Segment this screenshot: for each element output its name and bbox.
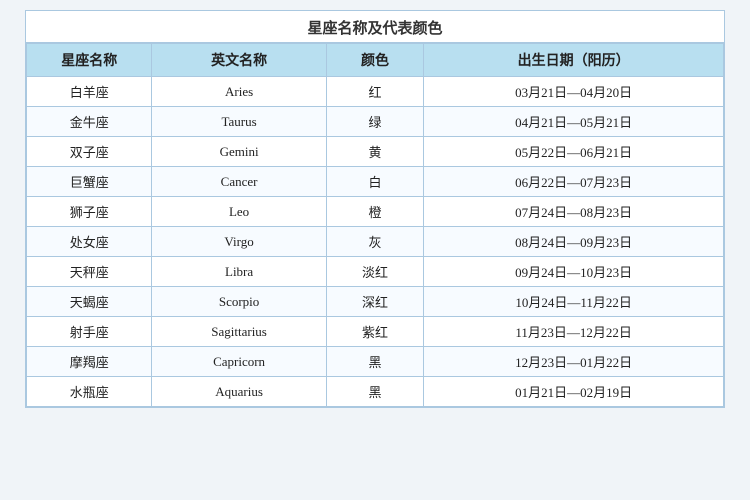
- header-date: 出生日期（阳历）: [424, 44, 724, 77]
- table-header-row: 星座名称 英文名称 颜色 出生日期（阳历）: [27, 44, 724, 77]
- cell-color: 黑: [326, 377, 424, 407]
- cell-chinese: 巨蟹座: [27, 167, 152, 197]
- cell-english: Leo: [152, 197, 326, 227]
- table-row: 射手座Sagittarius紫红11月23日—12月22日: [27, 317, 724, 347]
- cell-date: 09月24日—10月23日: [424, 257, 724, 287]
- cell-date: 10月24日—11月22日: [424, 287, 724, 317]
- cell-chinese: 天秤座: [27, 257, 152, 287]
- header-chinese: 星座名称: [27, 44, 152, 77]
- cell-color: 灰: [326, 227, 424, 257]
- cell-english: Capricorn: [152, 347, 326, 377]
- cell-chinese: 金牛座: [27, 107, 152, 137]
- cell-chinese: 处女座: [27, 227, 152, 257]
- table-body: 白羊座Aries红03月21日—04月20日金牛座Taurus绿04月21日—0…: [27, 77, 724, 407]
- table-row: 处女座Virgo灰08月24日—09月23日: [27, 227, 724, 257]
- cell-english: Scorpio: [152, 287, 326, 317]
- cell-date: 01月21日—02月19日: [424, 377, 724, 407]
- cell-chinese: 狮子座: [27, 197, 152, 227]
- zodiac-table-container: 星座名称及代表颜色 星座名称 英文名称 颜色 出生日期（阳历） 白羊座Aries…: [25, 10, 725, 408]
- cell-english: Aries: [152, 77, 326, 107]
- cell-date: 07月24日—08月23日: [424, 197, 724, 227]
- cell-english: Aquarius: [152, 377, 326, 407]
- table-row: 狮子座Leo橙07月24日—08月23日: [27, 197, 724, 227]
- cell-color: 紫红: [326, 317, 424, 347]
- cell-color: 橙: [326, 197, 424, 227]
- cell-date: 11月23日—12月22日: [424, 317, 724, 347]
- cell-color: 深红: [326, 287, 424, 317]
- cell-chinese: 水瓶座: [27, 377, 152, 407]
- cell-date: 04月21日—05月21日: [424, 107, 724, 137]
- cell-date: 06月22日—07月23日: [424, 167, 724, 197]
- cell-chinese: 天蝎座: [27, 287, 152, 317]
- cell-color: 红: [326, 77, 424, 107]
- table-row: 金牛座Taurus绿04月21日—05月21日: [27, 107, 724, 137]
- cell-chinese: 摩羯座: [27, 347, 152, 377]
- cell-color: 绿: [326, 107, 424, 137]
- cell-date: 05月22日—06月21日: [424, 137, 724, 167]
- table-row: 天秤座Libra淡红09月24日—10月23日: [27, 257, 724, 287]
- header-english: 英文名称: [152, 44, 326, 77]
- page-title: 星座名称及代表颜色: [26, 11, 724, 43]
- cell-english: Libra: [152, 257, 326, 287]
- cell-english: Gemini: [152, 137, 326, 167]
- cell-color: 黄: [326, 137, 424, 167]
- table-row: 巨蟹座Cancer白06月22日—07月23日: [27, 167, 724, 197]
- header-color: 颜色: [326, 44, 424, 77]
- table-row: 摩羯座Capricorn黑12月23日—01月22日: [27, 347, 724, 377]
- cell-english: Taurus: [152, 107, 326, 137]
- cell-date: 03月21日—04月20日: [424, 77, 724, 107]
- table-row: 水瓶座Aquarius黑01月21日—02月19日: [27, 377, 724, 407]
- cell-chinese: 双子座: [27, 137, 152, 167]
- cell-color: 黑: [326, 347, 424, 377]
- cell-color: 淡红: [326, 257, 424, 287]
- cell-date: 12月23日—01月22日: [424, 347, 724, 377]
- table-row: 天蝎座Scorpio深红10月24日—11月22日: [27, 287, 724, 317]
- cell-chinese: 射手座: [27, 317, 152, 347]
- table-row: 双子座Gemini黄05月22日—06月21日: [27, 137, 724, 167]
- cell-english: Cancer: [152, 167, 326, 197]
- cell-color: 白: [326, 167, 424, 197]
- table-row: 白羊座Aries红03月21日—04月20日: [27, 77, 724, 107]
- cell-english: Sagittarius: [152, 317, 326, 347]
- cell-chinese: 白羊座: [27, 77, 152, 107]
- zodiac-table: 星座名称 英文名称 颜色 出生日期（阳历） 白羊座Aries红03月21日—04…: [26, 43, 724, 407]
- cell-date: 08月24日—09月23日: [424, 227, 724, 257]
- cell-english: Virgo: [152, 227, 326, 257]
